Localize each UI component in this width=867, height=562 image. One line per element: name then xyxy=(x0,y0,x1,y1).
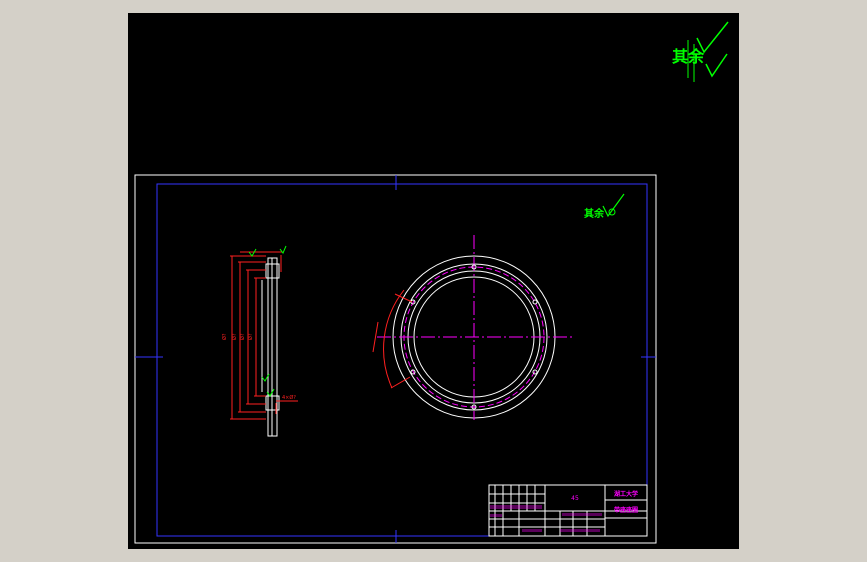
front-view-ring[interactable] xyxy=(372,235,575,420)
title-block[interactable]: 45 湖工大学 带座座圈 xyxy=(488,484,648,537)
part-name-text: 带座座圈 xyxy=(614,506,638,514)
material-text: 45 xyxy=(571,495,579,502)
hole-note-text: 4×Ø? xyxy=(282,394,296,401)
sheet-surface-note: 其余 xyxy=(584,193,625,220)
section-view[interactable]: Ø? Ø? Ø? Ø? 4×Ø? xyxy=(221,245,298,437)
cad-viewport[interactable]: 其余 其余 Ø? Ø? Ø? Ø? 4×Ø? 45 湖工大学 带座座圈 xyxy=(0,0,867,562)
centering-marks xyxy=(135,175,656,543)
centerlines xyxy=(377,235,575,420)
dimension-text: Ø? xyxy=(247,333,254,340)
school-name-text: 湖工大学 xyxy=(614,490,638,498)
sheet-border xyxy=(134,174,657,544)
sheet-surface-note-text: 其余 xyxy=(584,207,605,220)
dimension-text: Ø? xyxy=(239,333,246,340)
dimension-text: Ø? xyxy=(231,333,238,340)
top-surface-note: 其余 xyxy=(672,21,729,82)
drawing-frame xyxy=(156,183,648,537)
angle-dimension xyxy=(372,289,413,389)
surface-finish-check-icon xyxy=(602,193,625,218)
surface-finish-check-icon xyxy=(687,21,729,82)
dimension-text: Ø? xyxy=(221,333,228,340)
